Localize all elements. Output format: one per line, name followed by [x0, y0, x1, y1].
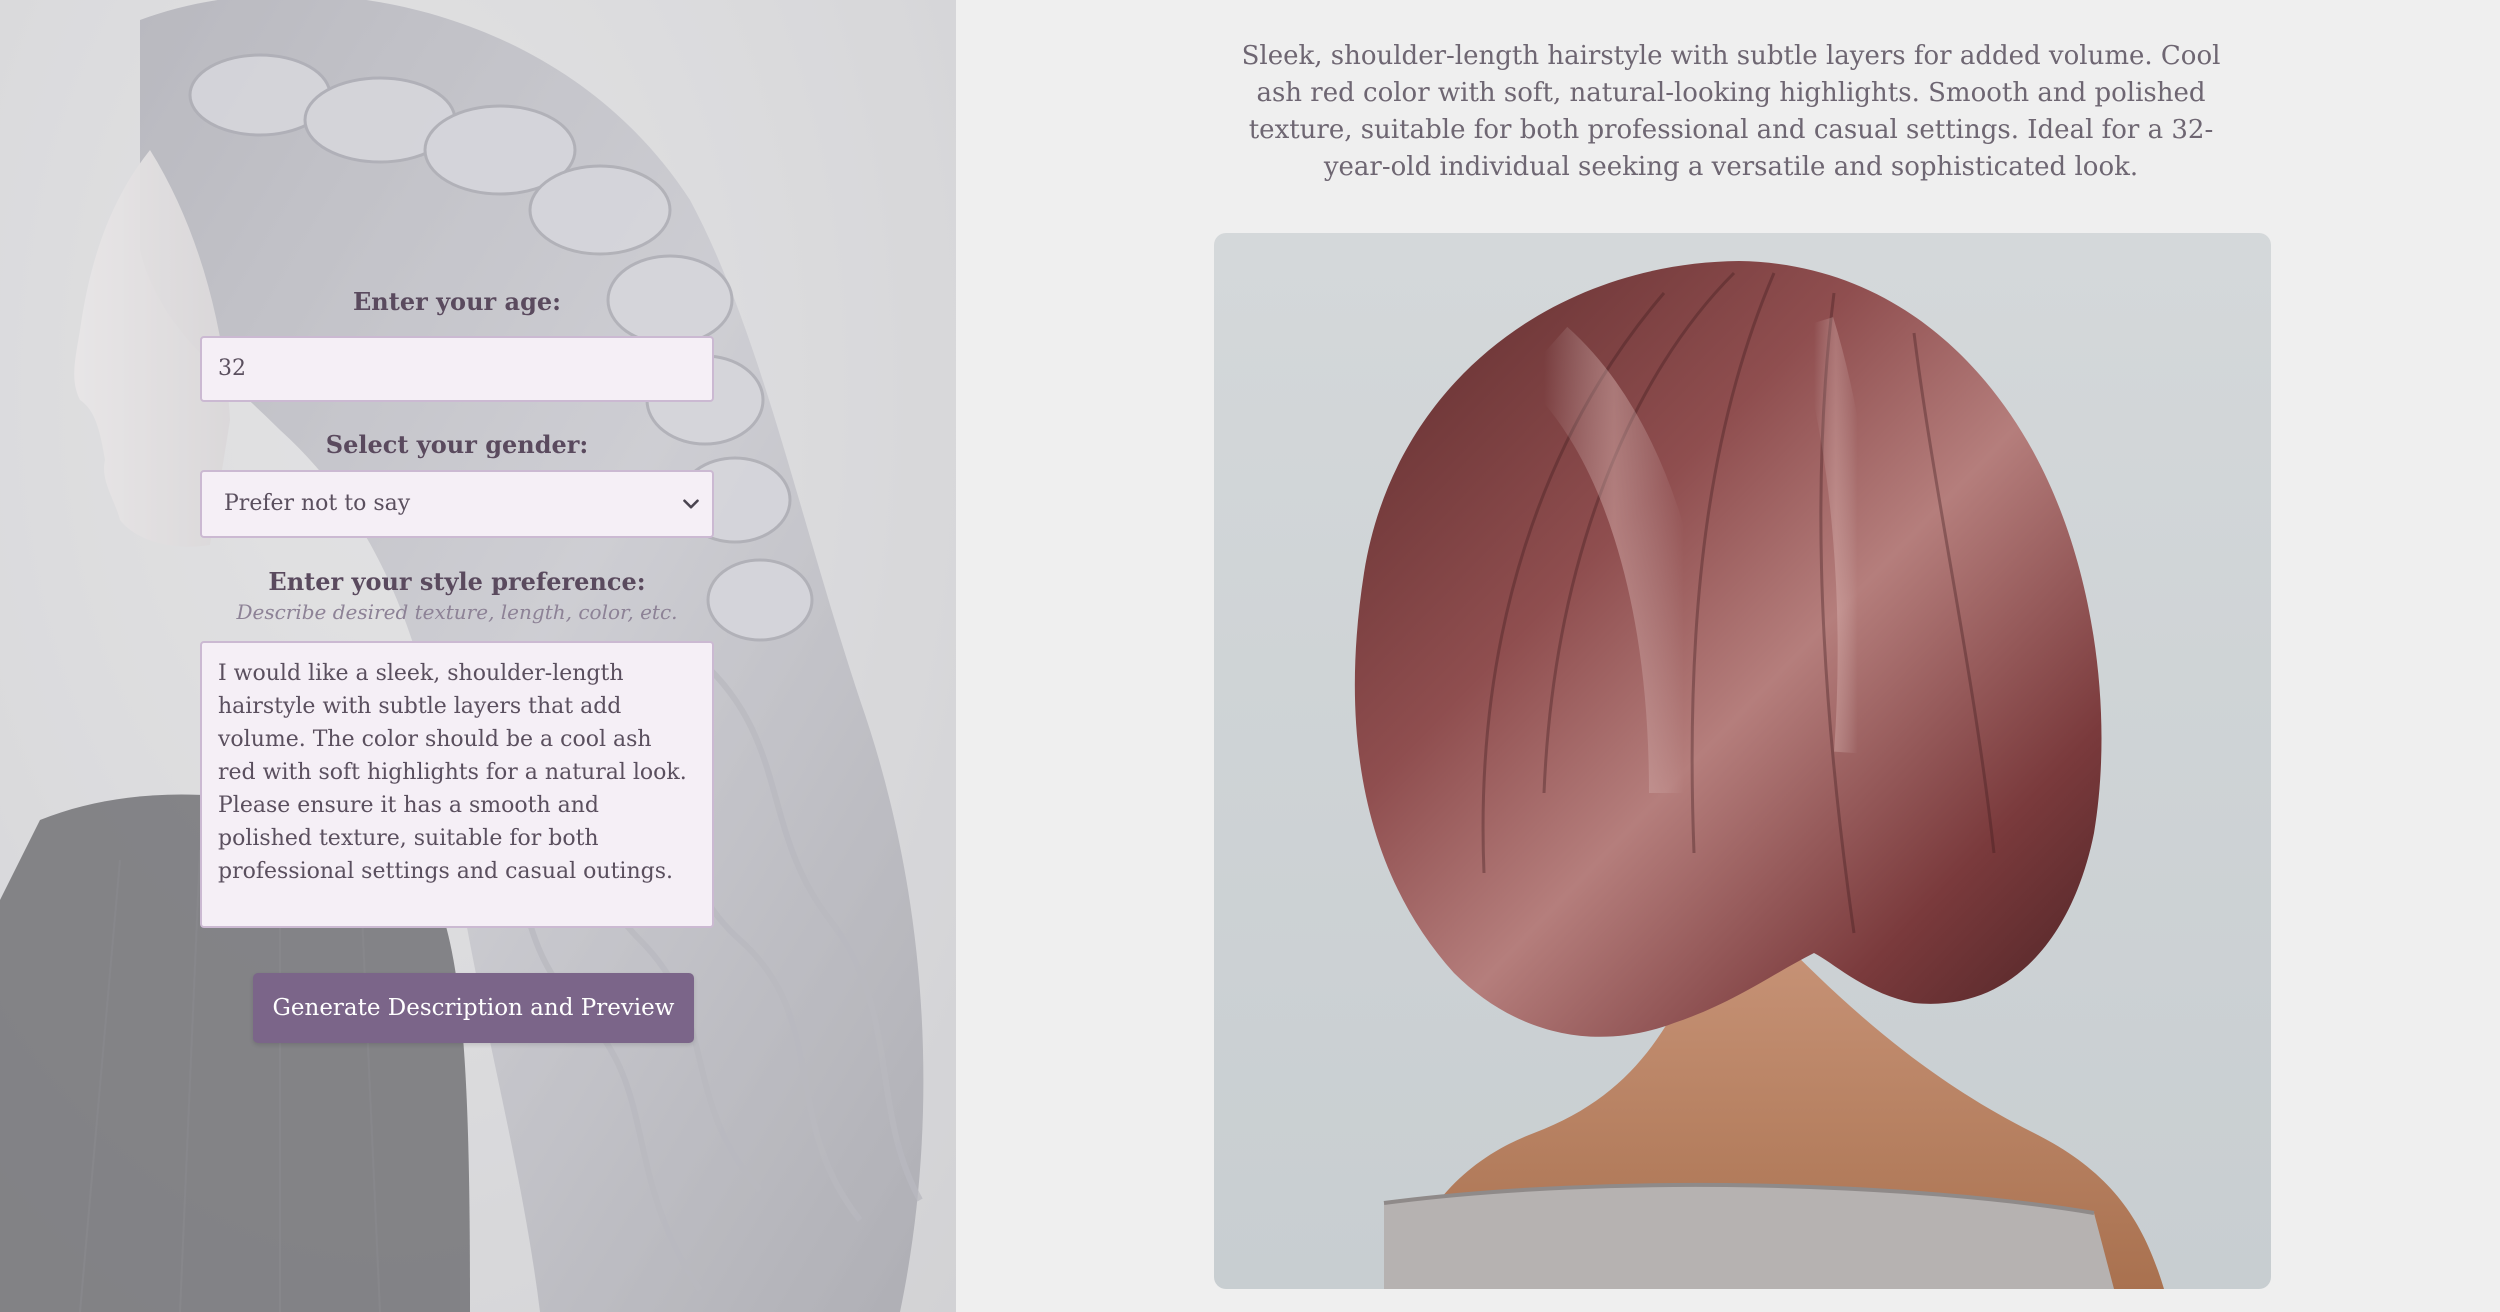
hairstyle-preview-image	[1214, 233, 2271, 1289]
result-panel: Sleek, shoulder-length hairstyle with su…	[956, 0, 2500, 1312]
gender-selected-value: Prefer not to say	[224, 491, 411, 516]
gender-select[interactable]: Prefer not to say	[200, 470, 714, 538]
age-label: Enter your age:	[353, 287, 561, 316]
generated-description: Sleek, shoulder-length hairstyle with su…	[1241, 41, 2221, 182]
chevron-down-icon	[683, 499, 699, 509]
hairstyle-preview-illustration	[1354, 261, 2164, 1289]
hairstyle-generator-page: Enter your age: 32 Select your gender: P…	[0, 0, 2500, 1312]
style-preference-label: Enter your style preference:	[268, 567, 646, 596]
style-preference-textarea[interactable]: I would like a sleek, shoulder-length ha…	[200, 641, 714, 928]
generate-button[interactable]: Generate Description and Preview	[253, 973, 694, 1043]
gender-label: Select your gender:	[325, 430, 589, 459]
style-form-panel: Enter your age: 32 Select your gender: P…	[0, 0, 956, 1312]
age-input[interactable]: 32	[200, 336, 714, 402]
style-preference-hint: Describe desired texture, length, color,…	[236, 600, 678, 624]
